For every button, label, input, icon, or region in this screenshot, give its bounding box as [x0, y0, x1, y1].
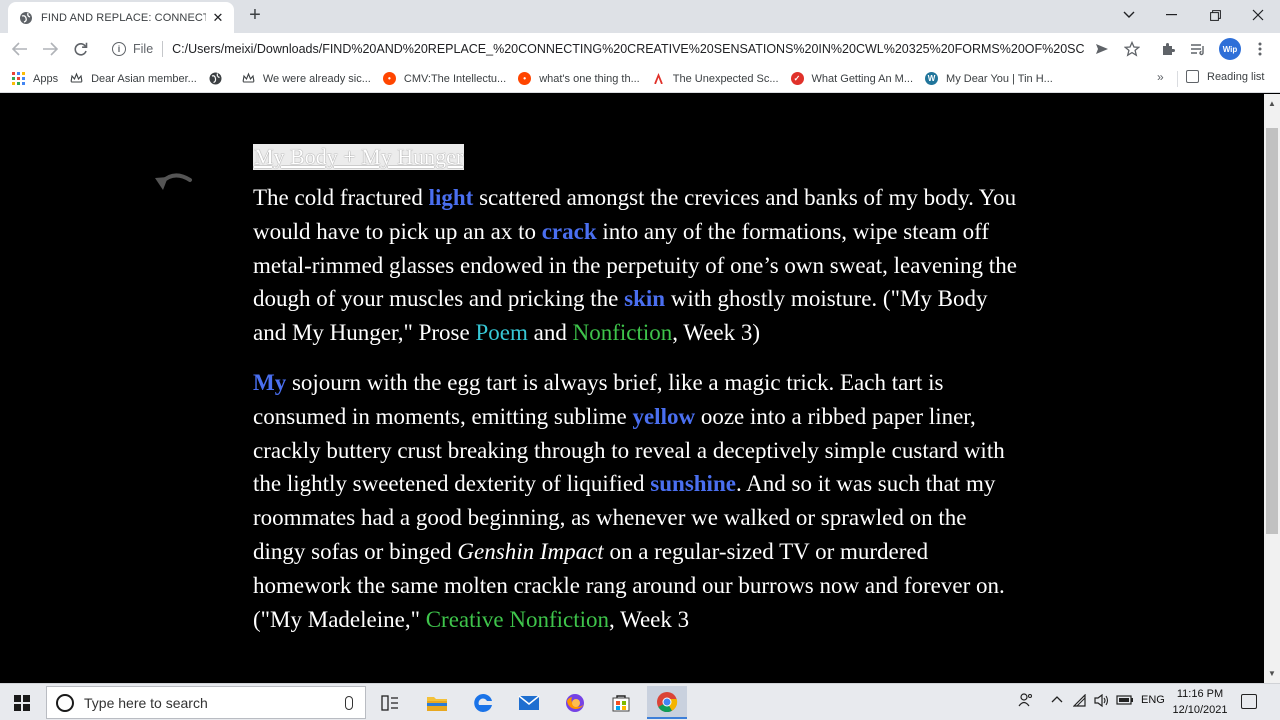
highlighted-word: crack: [541, 218, 597, 244]
info-icon[interactable]: i: [112, 42, 126, 56]
highlighted-word: Nonfiction: [572, 320, 673, 346]
academia-icon: [653, 73, 663, 84]
profile-avatar[interactable]: Wip: [1219, 38, 1241, 60]
bookmark-label: what's one thing th...: [539, 72, 640, 85]
bookmark-item[interactable]: • CMV:The Intellectu...: [382, 72, 507, 85]
media-queue-icon[interactable]: [1188, 39, 1208, 59]
undo-arrow-icon[interactable]: [152, 168, 196, 196]
forward-icon[interactable]: [39, 38, 61, 60]
bookmark-item[interactable]: The Unexpected Sc...: [652, 72, 779, 85]
bookmark-label: The Unexpected Sc...: [672, 72, 779, 85]
battery-icon[interactable]: [1116, 695, 1134, 708]
url-scheme: File: [133, 42, 154, 56]
store-icon[interactable]: [601, 686, 641, 719]
reload-icon[interactable]: [69, 38, 91, 60]
menu-kebab-icon[interactable]: [1250, 39, 1270, 59]
back-icon[interactable]: [9, 38, 31, 60]
bookmark-item[interactable]: We were already sic...: [242, 72, 371, 85]
wordpress-icon: W: [925, 72, 939, 85]
reading-list-label: Reading list: [1207, 70, 1265, 83]
input-language[interactable]: ENG: [1141, 694, 1165, 706]
tab-search-chevron-icon[interactable]: [1107, 0, 1151, 30]
browser-tab[interactable]: FIND AND REPLACE: CONNECTIN ✕: [8, 2, 234, 33]
windows-start-icon[interactable]: [14, 695, 30, 711]
bookmark-label: Dear Asian member...: [91, 72, 197, 85]
mail-icon[interactable]: [509, 686, 549, 719]
file-explorer-icon[interactable]: [417, 686, 457, 719]
extensions-puzzle-icon[interactable]: [1158, 39, 1178, 59]
tab-title: FIND AND REPLACE: CONNECTIN: [41, 11, 206, 24]
system-clock[interactable]: 11:16 PM 12/10/2021: [1165, 686, 1235, 718]
apps-grid-icon: [12, 72, 25, 85]
tab-strip: FIND AND REPLACE: CONNECTIN ✕ +: [0, 0, 1280, 33]
reading-list-button[interactable]: Reading list: [1186, 70, 1264, 83]
reading-list-icon: [1186, 70, 1199, 83]
cortana-circle-icon: [56, 693, 74, 712]
scroll-up-arrow-icon[interactable]: ▲: [1264, 96, 1280, 112]
article-title: My Body + My Hunger: [253, 144, 465, 170]
taskbar-search[interactable]: Type here to search: [46, 686, 366, 719]
minimize-icon[interactable]: [1149, 0, 1193, 30]
restore-icon[interactable]: [1193, 0, 1237, 30]
clock-time: 11:16 PM: [1176, 688, 1224, 700]
close-window-icon[interactable]: [1236, 0, 1280, 30]
bookmark-item[interactable]: Dear Asian member...: [70, 72, 197, 85]
bookmarks-bar: Apps Dear Asian member... We were alread…: [0, 65, 1280, 93]
bookmark-label: We were already sic...: [262, 72, 371, 85]
crown-icon: [242, 72, 255, 83]
bookmark-item[interactable]: • what's one thing th...: [518, 72, 640, 85]
red-circle-icon: ✓: [790, 72, 804, 85]
globe-icon: [20, 11, 32, 24]
reddit-icon: •: [518, 72, 532, 85]
bookmarks-divider: [1177, 71, 1178, 87]
bookmark-apps[interactable]: Apps: [12, 72, 58, 85]
crown-icon: [70, 72, 83, 83]
bookmark-item[interactable]: ✓ What Getting An M...: [790, 72, 914, 85]
firefox-icon[interactable]: [555, 686, 595, 719]
highlighted-word: Creative Nonfiction: [425, 606, 610, 632]
highlighted-word: skin: [624, 286, 666, 312]
scroll-down-arrow-icon[interactable]: ▼: [1264, 666, 1280, 682]
clock-date: 12/10/2021: [1172, 704, 1228, 716]
globe-icon: [209, 72, 222, 85]
scrollbar-thumb[interactable]: [1266, 128, 1278, 534]
highlighted-word: yellow: [632, 403, 696, 429]
search-placeholder: Type here to search: [84, 694, 208, 711]
address-bar[interactable]: i File C:/Users/meixi/Downloads/FIND%20A…: [100, 36, 1150, 62]
bookmark-star-icon[interactable]: [1122, 39, 1142, 59]
people-icon[interactable]: [1018, 693, 1034, 710]
bookmark-label: Apps: [33, 72, 59, 85]
close-tab-icon[interactable]: ✕: [210, 10, 226, 26]
task-view-icon[interactable]: [370, 686, 410, 719]
italic-title: Genshin Impact: [457, 538, 604, 564]
reddit-icon: •: [382, 72, 396, 85]
highlighted-word: sunshine: [650, 471, 736, 497]
microphone-icon[interactable]: [345, 695, 353, 710]
new-tab-button[interactable]: +: [244, 5, 266, 27]
highlighted-word: light: [428, 185, 474, 210]
bookmark-item[interactable]: W My Dear You | Tin H...: [925, 72, 1053, 85]
browser-toolbar: i File C:/Users/meixi/Downloads/FIND%20A…: [0, 33, 1280, 65]
chrome-icon[interactable]: [647, 686, 687, 719]
notification-center-icon[interactable]: [1241, 694, 1257, 709]
highlighted-word: Poem: [475, 320, 528, 346]
bookmark-label: What Getting An M...: [811, 72, 914, 85]
windows-taskbar: Type here to search ENG 11:16 PM 12/10/2…: [0, 683, 1280, 720]
tray-chevron-up-icon[interactable]: [1051, 694, 1063, 706]
bookmark-label: My Dear You | Tin H...: [946, 72, 1053, 85]
article-paragraph-2: My sojourn with the egg tart is always b…: [253, 369, 1005, 632]
wifi-icon[interactable]: [1072, 693, 1089, 710]
volume-icon[interactable]: [1094, 693, 1110, 710]
send-tab-icon[interactable]: [1092, 39, 1112, 59]
bookmarks-overflow-button[interactable]: »: [1157, 70, 1164, 84]
url-text[interactable]: C:/Users/meixi/Downloads/FIND%20AND%20RE…: [172, 42, 1084, 56]
highlighted-word: My: [253, 369, 287, 395]
article-paragraph-1: The cold fractured light scattered among…: [253, 185, 1017, 346]
bookmark-item[interactable]: [209, 72, 230, 85]
edge-browser-icon[interactable]: [463, 686, 503, 719]
omnibox-divider: [162, 41, 164, 57]
bookmark-label: CMV:The Intellectu...: [403, 72, 507, 85]
article: My Body + My Hunger The cold fractured l…: [253, 140, 1023, 652]
